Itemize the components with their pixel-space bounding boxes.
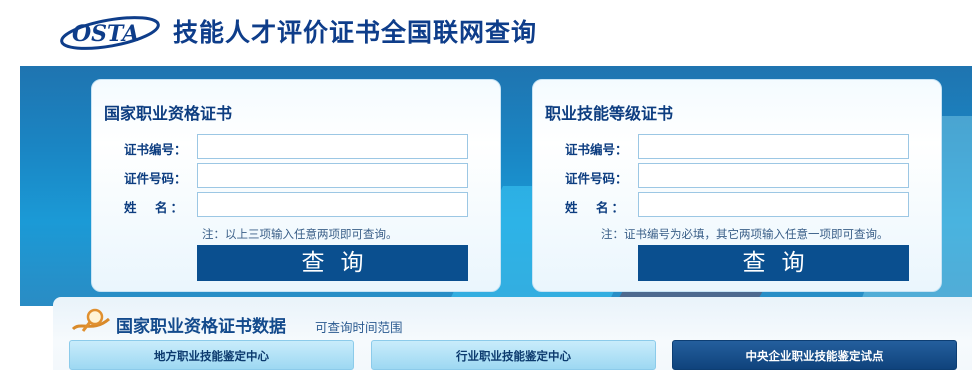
tab-local-center[interactable]: 地方职业技能鉴定中心	[69, 340, 354, 370]
national-cert-card: 国家职业资格证书 证书编号： 证件号码： 姓 名： 注：以上三项输入任意两项即可…	[91, 79, 501, 292]
data-section-subtitle: 可查询时间范围	[315, 320, 403, 335]
data-section-title: 国家职业资格证书数据	[116, 317, 286, 337]
query-button[interactable]: 查询	[638, 245, 909, 281]
name-label: 姓 名：	[124, 200, 187, 215]
id-no-label: 证件号码：	[565, 171, 628, 186]
card-title: 国家职业资格证书	[104, 104, 233, 123]
tab-central-enterprise[interactable]: 中央企业职业技能鉴定试点	[672, 340, 957, 370]
cert-no-input[interactable]	[197, 134, 468, 159]
id-no-input[interactable]	[638, 163, 909, 188]
logo-text: OSTA	[72, 21, 139, 47]
query-button[interactable]: 查询	[197, 245, 468, 281]
query-note: 注：证书编号为必填，其它两项输入任意一项即可查询。	[601, 227, 889, 241]
cert-no-input[interactable]	[638, 134, 909, 159]
osta-logo: OSTA	[60, 16, 160, 50]
id-no-label: 证件号码：	[124, 171, 187, 186]
cert-no-label: 证书编号：	[124, 142, 187, 157]
name-input[interactable]	[638, 192, 909, 217]
tab-industry-center[interactable]: 行业职业技能鉴定中心	[371, 340, 656, 370]
query-note: 注：以上三项输入任意两项即可查询。	[202, 227, 398, 241]
cert-data-section: 国家职业资格证书数据 可查询时间范围 地方职业技能鉴定中心 行业职业技能鉴定中心…	[53, 297, 972, 370]
id-no-input[interactable]	[197, 163, 468, 188]
magnifier-ribbon-icon	[71, 308, 110, 332]
name-input[interactable]	[197, 192, 468, 217]
cert-no-label: 证书编号：	[565, 142, 628, 157]
site-title: 技能人才评价证书全国联网查询	[173, 18, 538, 47]
site-header: OSTA 技能人才评价证书全国联网查询	[0, 0, 972, 66]
name-label: 姓 名：	[565, 200, 628, 215]
card-title: 职业技能等级证书	[545, 104, 674, 123]
skill-level-cert-card: 职业技能等级证书 证书编号： 证件号码： 姓 名： 注：证书编号为必填，其它两项…	[532, 79, 942, 292]
